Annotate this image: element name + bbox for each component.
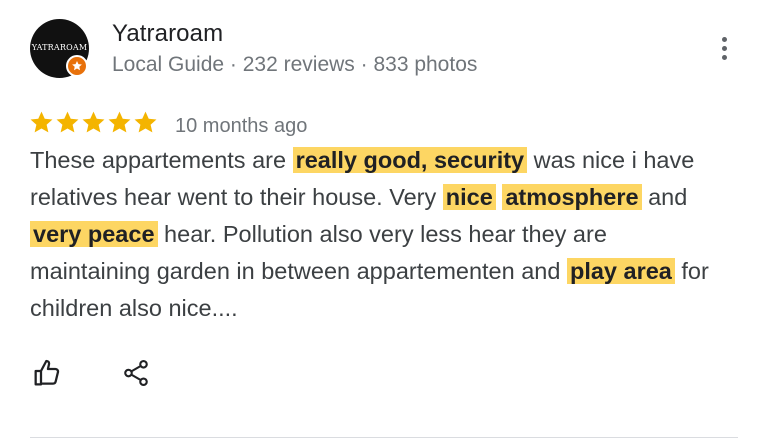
reviewer-name[interactable]: Yatraroam: [112, 20, 223, 48]
divider: [30, 437, 738, 438]
share-icon: [124, 359, 148, 387]
highlighted-keyword: atmosphere: [502, 184, 642, 210]
star-icon: [108, 111, 131, 133]
share-button[interactable]: [119, 356, 153, 390]
more-vert-icon-dot: [721, 45, 727, 51]
highlighted-keyword: nice: [442, 184, 496, 210]
review-text-segment: and: [641, 184, 688, 210]
highlighted-keyword: very peace: [30, 221, 158, 247]
highlighted-keyword: play area: [566, 258, 675, 284]
more-options-button[interactable]: [712, 28, 736, 68]
star-rating: [29, 110, 158, 135]
more-vert-icon-dot: [721, 54, 727, 60]
reviewer-meta[interactable]: Local Guide · 232 reviews · 833 photos: [112, 53, 477, 77]
more-vert-icon: [721, 36, 727, 42]
review-actions: [30, 356, 153, 390]
review-text-segment: These appartements are: [30, 147, 293, 173]
star-icon: [82, 111, 105, 133]
review-text: These appartements are really good, secu…: [30, 142, 730, 327]
review-card: YATRAROAM Yatraroam Local Guide · 232 re…: [0, 0, 768, 443]
highlighted-keyword: really good, security: [292, 147, 528, 173]
avatar-logo-text: YATRAROAM: [31, 43, 88, 52]
like-button[interactable]: [30, 356, 64, 390]
star-icon: [134, 111, 157, 133]
thumbs-up-icon: [34, 359, 60, 386]
star-icon: [30, 111, 53, 133]
local-guide-badge-icon: [66, 55, 88, 77]
review-time: 10 months ago: [175, 115, 308, 137]
star-icon: [56, 111, 79, 133]
